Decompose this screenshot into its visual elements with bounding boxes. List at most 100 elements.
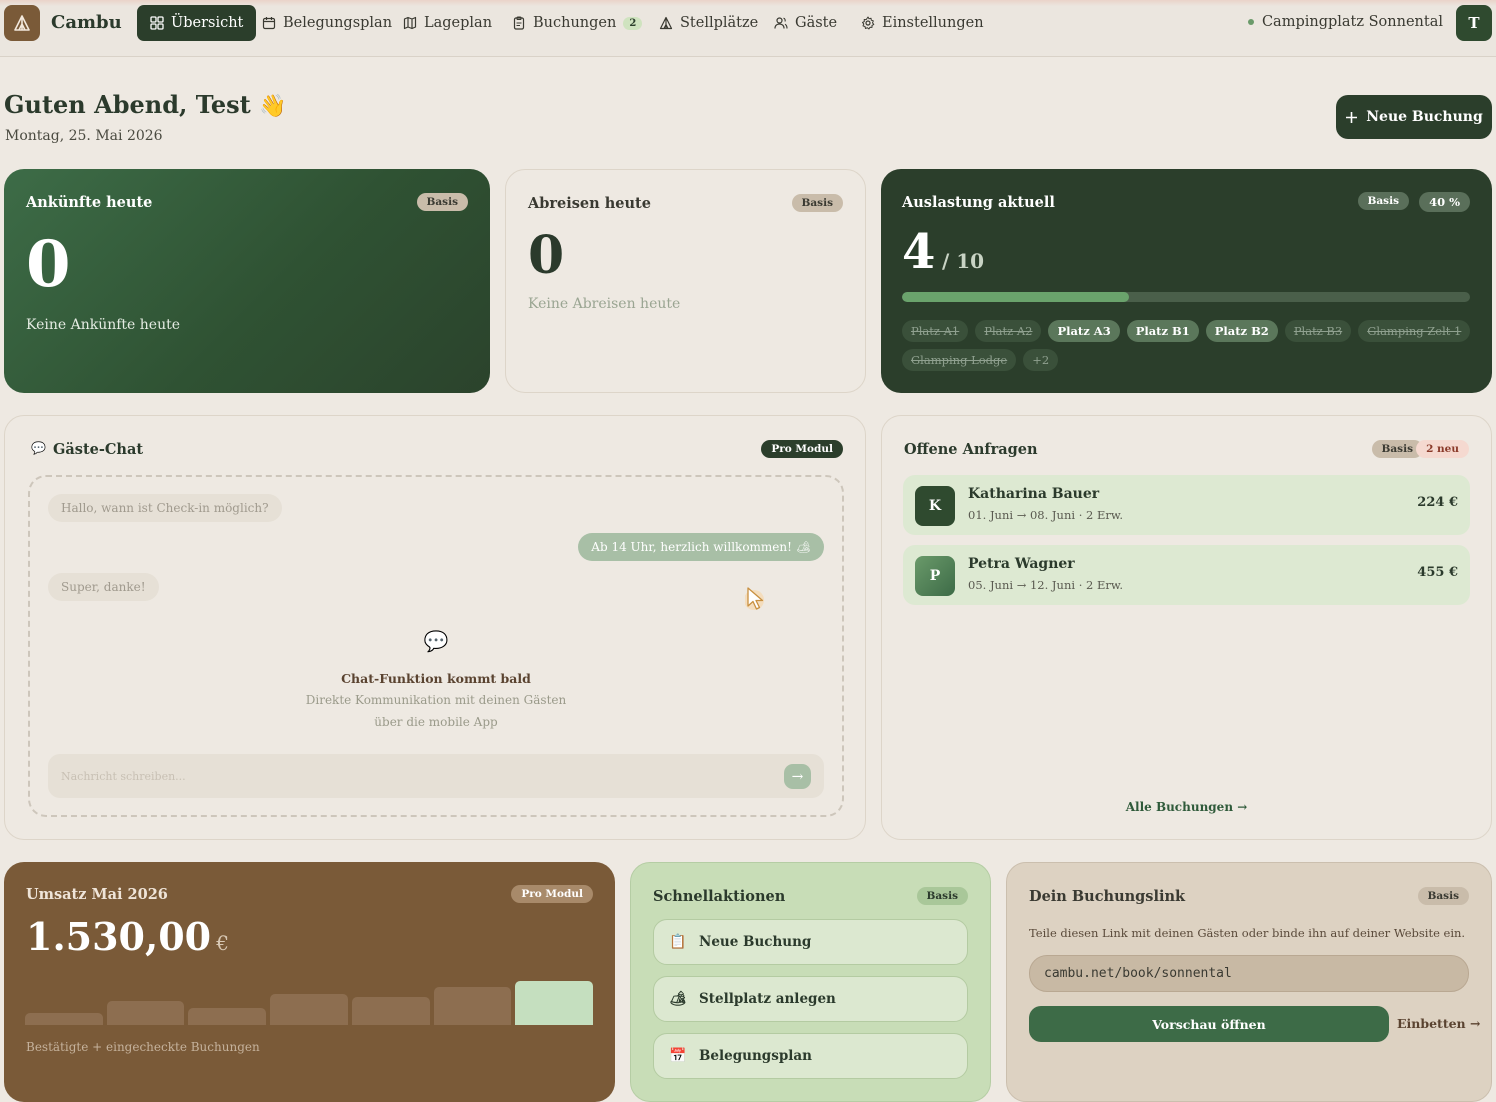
app-name[interactable]: Cambu [51,12,122,33]
stay-dates: 05. Juni → 12. Juni · 2 Erw. [968,578,1124,592]
quick-actions-card: Schnellaktionen Basis 📋 Neue Buchung 🏕 S… [630,862,991,1102]
pitch-chip[interactable]: Platz B3 [1284,320,1352,342]
request-item[interactable]: P Petra Wagner 05. Juni → 12. Juni · 2 E… [903,545,1470,605]
chat-bubble-icon: 💬 [423,629,449,653]
pitch-list: Platz A1 Platz A2 Platz A3 Platz B1 Platz B2… [902,320,1472,371]
nav-item-bookings[interactable]: Buchungen 2 [499,5,655,41]
chat-message-outgoing: Ab 14 Uhr, herzlich willkommen! 🏕 [578,533,824,561]
nav-label: Stellplätze [680,15,759,31]
clipboard-icon [513,16,525,30]
quick-action-label: Neue Buchung [699,934,812,950]
users-icon [774,17,788,29]
status-dot [1247,19,1254,25]
chat-input-placeholder: Nachricht schreiben... [61,770,186,783]
nav-label: Belegungsplan [283,15,393,31]
pitch-chip[interactable]: Glamping Zelt 1 [1358,320,1471,342]
guest-avatar: P [915,556,955,596]
card-title: Ankünfte heute [26,194,153,211]
coming-soon-title: Chat-Funktion kommt bald [341,671,531,686]
nav-label: Gäste [795,15,838,31]
revenue-card: Umsatz Mai 2026 Pro Modul 1.530,00 € Bes… [4,862,615,1102]
coming-soon-text: über die mobile App [374,715,498,729]
camping-icon: 🏕 [669,991,687,1007]
revenue-amount-row: 1.530,00 € [26,914,229,959]
guest-name: Petra Wagner [968,556,1075,572]
all-bookings-link[interactable]: Alle Buchungen → [882,800,1491,814]
arrivals-count: 0 [26,227,71,302]
request-item[interactable]: K Katharina Bauer 01. Juni → 08. Juni · … [903,475,1470,535]
wave-icon: 👋 [259,94,287,119]
open-preview-button[interactable]: Vorschau öffnen [1029,1006,1389,1042]
quick-action-occupancy-plan[interactable]: 📅 Belegungsplan [653,1033,968,1079]
nav-item-occupancy-plan[interactable]: Belegungsplan [249,5,405,41]
occupancy-card[interactable]: Auslastung aktuell Basis 40 % 4 / 10 Pla… [881,169,1492,393]
campsite-name: Campingplatz Sonnental [1261,14,1443,30]
new-booking-button[interactable]: Neue Buchung [1336,95,1492,139]
plus-icon [1346,111,1358,123]
pro-module-badge: Pro Modul [511,885,593,903]
card-title: Offene Anfragen [904,441,1038,458]
revenue-bar [106,1000,185,1025]
nav-item-guests[interactable]: Gäste [761,5,850,41]
plan-badge: Basis [1417,887,1469,905]
departures-card[interactable]: Abreisen heute Basis 0 Keine Abreisen he… [505,169,866,393]
nav-item-overview[interactable]: Übersicht [137,5,257,41]
pitch-chip[interactable]: Platz A3 [1048,320,1120,342]
request-price: 455 € [1417,565,1458,580]
plan-badge: Basis [1357,192,1409,210]
nav-item-settings[interactable]: Einstellungen [848,5,997,41]
embed-link[interactable]: Einbetten → [1397,1016,1480,1031]
page-title: Guten Abend, Test 👋 [4,90,286,119]
pitch-chip[interactable]: Platz A2 [975,320,1042,342]
nav-item-site-map[interactable]: Lageplan [390,5,505,41]
revenue-caption: Bestätigte + eingecheckte Buchungen [26,1040,260,1054]
logo[interactable] [4,5,40,41]
occupied-count: 4 [902,224,936,280]
new-requests-badge: 2 neu [1416,440,1469,458]
revenue-bar [25,1013,103,1025]
open-requests-card: Offene Anfragen Basis 2 neu K Katharina … [881,415,1492,840]
pitch-chip[interactable]: Platz A1 [902,320,969,342]
guest-name: Katharina Bauer [968,486,1100,502]
card-title: Umsatz Mai 2026 [26,886,168,903]
booking-url-field[interactable]: cambu.net/book/sonnental [1029,955,1469,992]
arrivals-card[interactable]: Ankünfte heute Basis 0 Keine Ankünfte he… [4,169,490,393]
grid-icon [150,16,164,30]
currency-symbol: € [216,931,229,955]
chat-preview-area: Hallo, wann ist Check-in möglich? Ab 14 … [28,475,844,817]
chat-message-incoming: Hallo, wann ist Check-in möglich? [48,494,282,522]
speech-bubble-icon: 💬 [31,441,46,455]
clipboard-icon: 📋 [669,934,687,950]
quick-action-label: Belegungsplan [699,1048,812,1064]
quick-action-new-booking[interactable]: 📋 Neue Buchung [653,919,968,965]
card-title: Schnellaktionen [653,888,786,905]
arrow-right-icon: → [791,768,804,785]
pitch-chip[interactable]: Platz B2 [1205,320,1278,342]
user-avatar[interactable]: T [1456,5,1492,41]
nav-label: Lageplan [424,15,493,31]
request-price: 224 € [1417,495,1458,510]
quick-action-label: Stellplatz anlegen [699,991,836,1007]
card-title: Auslastung aktuell [902,194,1055,211]
booking-link-description: Teile diesen Link mit deinen Gästen oder… [1029,926,1466,940]
revenue-amount: 1.530,00 [26,914,212,959]
booking-link-card: Dein Buchungslink Basis Teile diesen Lin… [1006,862,1492,1102]
map-icon [403,16,417,30]
chat-message-incoming: Super, danke! [48,573,159,601]
calendar-icon: 📅 [669,1048,687,1064]
pitch-chip[interactable]: Platz B1 [1126,320,1199,342]
guest-chat-card: 💬 Gäste-Chat Pro Modul Hallo, wann ist C… [4,415,866,840]
pitch-chip[interactable]: Glamping Lodge [902,349,1017,371]
revenue-bar [433,987,512,1025]
progress-fill [902,292,1130,302]
chat-message-input[interactable]: Nachricht schreiben... → [48,754,824,798]
campsite-selector[interactable]: Campingplatz Sonnental [1247,14,1443,30]
guest-avatar: K [915,486,955,526]
calendar-icon [262,17,276,30]
occupancy-progress-bar [902,292,1470,302]
quick-action-create-pitch[interactable]: 🏕 Stellplatz anlegen [653,976,968,1022]
nav-item-pitches[interactable]: Stellplätze [646,5,771,41]
more-pitches-chip[interactable]: +2 [1023,349,1059,371]
send-button[interactable]: → [784,764,811,789]
nav-label: Übersicht [171,15,244,31]
